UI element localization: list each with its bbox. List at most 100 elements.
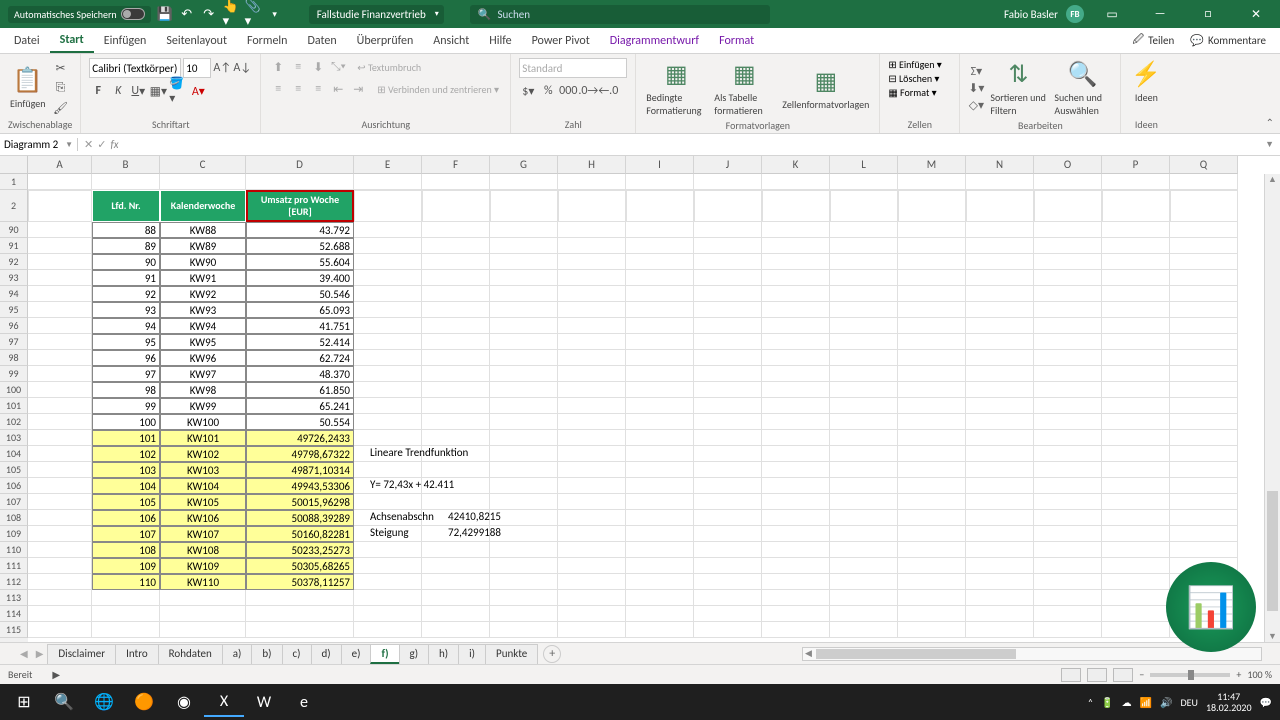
- cell[interactable]: [1102, 478, 1170, 494]
- cell[interactable]: 102: [92, 446, 160, 462]
- cell[interactable]: 52.688: [246, 238, 354, 254]
- cell[interactable]: 50015,96298: [246, 494, 354, 510]
- zoom-level[interactable]: 100 %: [1247, 668, 1272, 681]
- cell[interactable]: [762, 558, 830, 574]
- cell[interactable]: [490, 494, 558, 510]
- cell[interactable]: [354, 430, 422, 446]
- cell[interactable]: [762, 430, 830, 446]
- cell[interactable]: [558, 350, 626, 366]
- cell[interactable]: 50088,39289: [246, 510, 354, 526]
- cell[interactable]: [762, 478, 830, 494]
- cell[interactable]: [626, 366, 694, 382]
- cell[interactable]: [626, 174, 694, 190]
- col-header-N[interactable]: N: [966, 156, 1034, 174]
- cell[interactable]: [558, 238, 626, 254]
- obs-icon[interactable]: ◉: [164, 687, 204, 717]
- cell[interactable]: [830, 398, 898, 414]
- cell[interactable]: [898, 494, 966, 510]
- find-select-button[interactable]: 🔍Suchen und Auswählen: [1052, 58, 1112, 119]
- wrap-text-button[interactable]: ↩ Textumbruch: [357, 61, 421, 74]
- maximize-icon[interactable]: □: [1188, 0, 1228, 28]
- ribbon-tab-diagrammentwurf[interactable]: Diagrammentwurf: [600, 28, 709, 53]
- cell[interactable]: 39.400: [246, 270, 354, 286]
- cell[interactable]: [558, 286, 626, 302]
- cell[interactable]: [694, 302, 762, 318]
- cell[interactable]: [1034, 622, 1102, 638]
- col-header-D[interactable]: D: [246, 156, 354, 174]
- cell[interactable]: [1102, 286, 1170, 302]
- cell[interactable]: [1170, 190, 1238, 222]
- cell[interactable]: [490, 574, 558, 590]
- cell[interactable]: [762, 270, 830, 286]
- cell[interactable]: [830, 430, 898, 446]
- cell[interactable]: [28, 318, 92, 334]
- cell[interactable]: [762, 174, 830, 190]
- dec-dec-icon[interactable]: ←.0: [599, 82, 617, 100]
- cell[interactable]: [246, 606, 354, 622]
- cell[interactable]: [694, 542, 762, 558]
- cell[interactable]: [28, 350, 92, 366]
- file-name[interactable]: Fallstudie Finanzvertrieb: [309, 5, 444, 24]
- cell[interactable]: [694, 334, 762, 350]
- cell[interactable]: [762, 350, 830, 366]
- cell[interactable]: [1034, 238, 1102, 254]
- cell[interactable]: [626, 430, 694, 446]
- cell[interactable]: [1102, 574, 1170, 590]
- cell[interactable]: [422, 318, 490, 334]
- cell[interactable]: 103: [92, 462, 160, 478]
- cell[interactable]: 100: [92, 414, 160, 430]
- cell[interactable]: KW103: [160, 462, 246, 478]
- cell[interactable]: [626, 494, 694, 510]
- cell[interactable]: [966, 318, 1034, 334]
- cell[interactable]: [830, 334, 898, 350]
- cell[interactable]: [1034, 318, 1102, 334]
- cell[interactable]: [1034, 398, 1102, 414]
- cell[interactable]: [354, 622, 422, 638]
- cell[interactable]: 95: [92, 334, 160, 350]
- side-note[interactable]: 42410,8215: [448, 510, 501, 523]
- cell[interactable]: [354, 606, 422, 622]
- cell[interactable]: [422, 222, 490, 238]
- row-header[interactable]: 104: [0, 446, 28, 462]
- cell[interactable]: KW98: [160, 382, 246, 398]
- cell[interactable]: [762, 446, 830, 462]
- cell[interactable]: [92, 622, 160, 638]
- cell[interactable]: [626, 302, 694, 318]
- cell[interactable]: [626, 382, 694, 398]
- cell[interactable]: [966, 238, 1034, 254]
- cell[interactable]: [490, 254, 558, 270]
- cell[interactable]: [558, 622, 626, 638]
- accept-formula-icon[interactable]: ✓: [97, 138, 106, 151]
- cell[interactable]: [966, 190, 1034, 222]
- sheet-tab[interactable]: Disclaimer: [47, 644, 116, 664]
- cell[interactable]: [626, 270, 694, 286]
- side-note[interactable]: Achsenabschn: [370, 510, 434, 523]
- font-color-icon[interactable]: A▾: [189, 82, 207, 100]
- cell[interactable]: KW108: [160, 542, 246, 558]
- cell[interactable]: [490, 398, 558, 414]
- cell[interactable]: [490, 318, 558, 334]
- cell[interactable]: [830, 302, 898, 318]
- cell[interactable]: 50.554: [246, 414, 354, 430]
- cell[interactable]: [160, 174, 246, 190]
- cell[interactable]: [422, 174, 490, 190]
- cell[interactable]: [1034, 446, 1102, 462]
- cell[interactable]: [28, 542, 92, 558]
- cell[interactable]: [1170, 398, 1238, 414]
- align-left-icon[interactable]: ≡: [269, 80, 287, 98]
- col-header-B[interactable]: B: [92, 156, 160, 174]
- bold-button[interactable]: F: [89, 82, 107, 100]
- cell[interactable]: [762, 510, 830, 526]
- cell[interactable]: [830, 238, 898, 254]
- col-header-P[interactable]: P: [1102, 156, 1170, 174]
- cell[interactable]: [762, 366, 830, 382]
- cell[interactable]: [830, 382, 898, 398]
- format-cells-button[interactable]: ▦ Format ▾: [888, 86, 936, 99]
- zoom-out-icon[interactable]: −: [1139, 668, 1144, 681]
- increase-font-icon[interactable]: A↑: [213, 59, 231, 77]
- cell[interactable]: [762, 302, 830, 318]
- cell[interactable]: 65.093: [246, 302, 354, 318]
- row-header[interactable]: 97: [0, 334, 28, 350]
- cell[interactable]: 52.414: [246, 334, 354, 350]
- cell[interactable]: [354, 574, 422, 590]
